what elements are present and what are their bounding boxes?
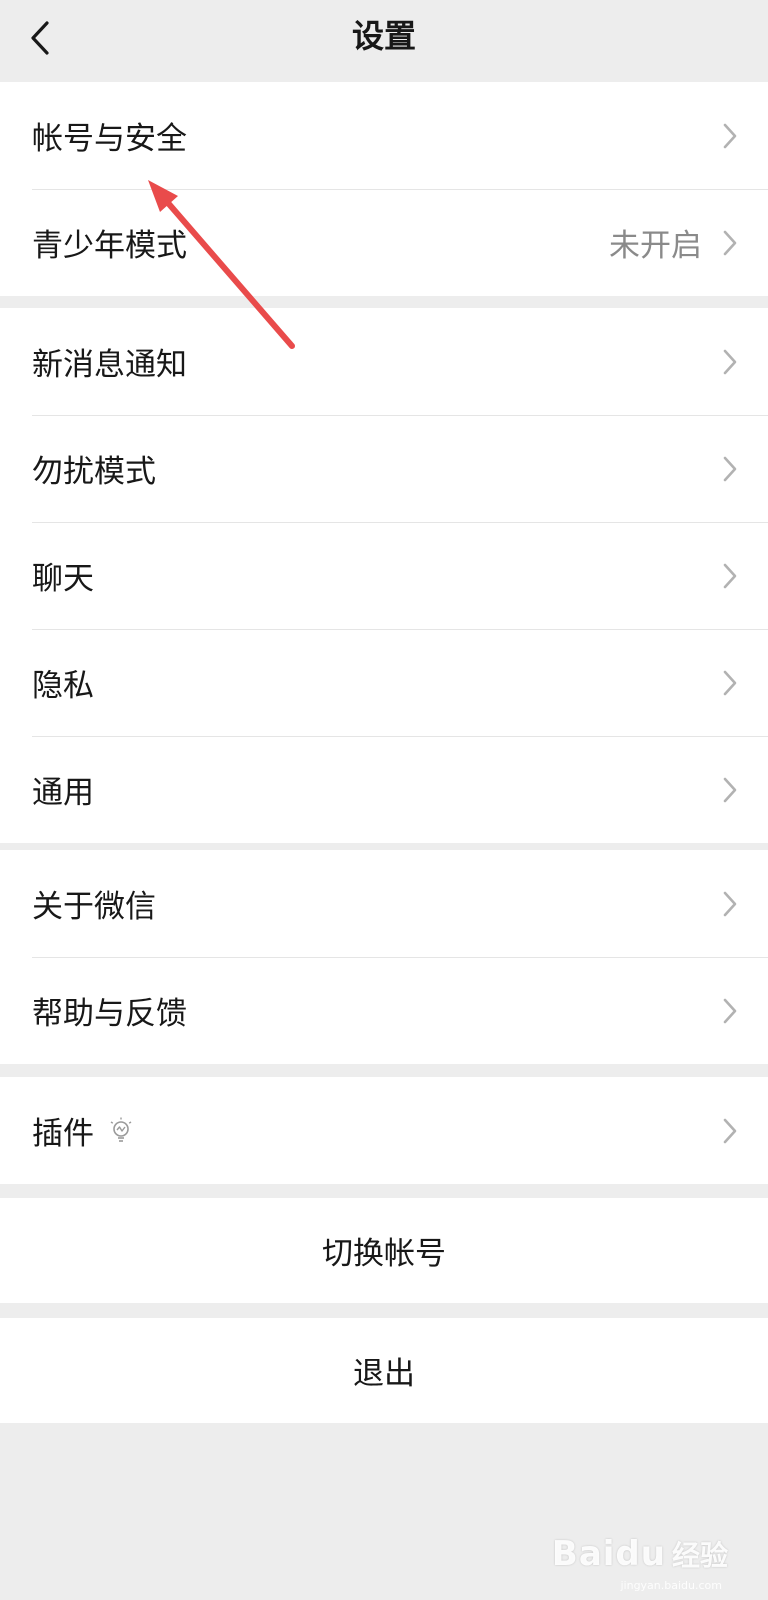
chevron-right-icon (722, 997, 738, 1025)
settings-group-account: 帐号与安全 青少年模式 未开启 (0, 82, 768, 296)
settings-item-label: 通用 (32, 775, 94, 811)
chevron-right-icon (722, 776, 738, 804)
nav-bar: 设置 (0, 0, 768, 82)
settings-item-label: 隐私 (32, 668, 94, 704)
settings-item-label: 插件 (32, 1116, 94, 1152)
settings-item-label: 新消息通知 (32, 347, 187, 383)
settings-item-account-security[interactable]: 帐号与安全 (0, 82, 768, 189)
settings-item-privacy[interactable]: 隐私 (0, 629, 768, 736)
settings-group-general: 新消息通知 勿扰模式 聊天 隐私 通用 (0, 308, 768, 843)
page-title: 设置 (351, 17, 416, 55)
settings-item-general[interactable]: 通用 (0, 736, 768, 843)
settings-item-plugins[interactable]: 插件 (0, 1077, 768, 1184)
settings-item-label: 帐号与安全 (32, 121, 187, 157)
settings-item-label: 聊天 (32, 561, 94, 597)
settings-screen: 设置 帐号与安全 青少年模式 未开启 新消息通知 勿扰模式 聊天 隐私 通用 关… (0, 0, 768, 1600)
switch-account-group: 切换帐号 (0, 1198, 768, 1303)
chevron-right-icon (722, 1117, 738, 1145)
settings-group-about: 关于微信 帮助与反馈 (0, 850, 768, 1064)
logout-button[interactable]: 退出 (0, 1318, 768, 1423)
chevron-right-icon (722, 455, 738, 483)
chevron-right-icon (722, 122, 738, 150)
lightbulb-icon (108, 1116, 134, 1146)
settings-item-label: 青少年模式 (32, 228, 187, 264)
settings-group-plugins: 插件 (0, 1077, 768, 1184)
settings-item-do-not-disturb[interactable]: 勿扰模式 (0, 415, 768, 522)
settings-item-help-feedback[interactable]: 帮助与反馈 (0, 957, 768, 1064)
settings-item-label: 勿扰模式 (32, 454, 156, 490)
teen-mode-status: 未开启 (609, 228, 702, 264)
watermark-url: jingyan.baidu.com (620, 1579, 722, 1592)
baidu-watermark: Baidu 经验 jingyan.baidu.com (551, 1534, 728, 1592)
chevron-right-icon (722, 229, 738, 257)
settings-item-teen-mode[interactable]: 青少年模式 未开启 (0, 189, 768, 296)
settings-item-label: 帮助与反馈 (32, 996, 187, 1032)
chevron-right-icon (722, 348, 738, 376)
logout-group: 退出 (0, 1318, 768, 1423)
chevron-right-icon (722, 562, 738, 590)
settings-item-chat[interactable]: 聊天 (0, 522, 768, 629)
watermark-brand: Baidu (551, 1534, 666, 1574)
settings-item-about-wechat[interactable]: 关于微信 (0, 850, 768, 957)
settings-item-new-message-notification[interactable]: 新消息通知 (0, 308, 768, 415)
chevron-right-icon (722, 890, 738, 918)
watermark-suffix: 经验 (671, 1539, 728, 1572)
settings-item-label: 关于微信 (32, 889, 156, 925)
switch-account-button[interactable]: 切换帐号 (0, 1198, 768, 1303)
chevron-right-icon (722, 669, 738, 697)
